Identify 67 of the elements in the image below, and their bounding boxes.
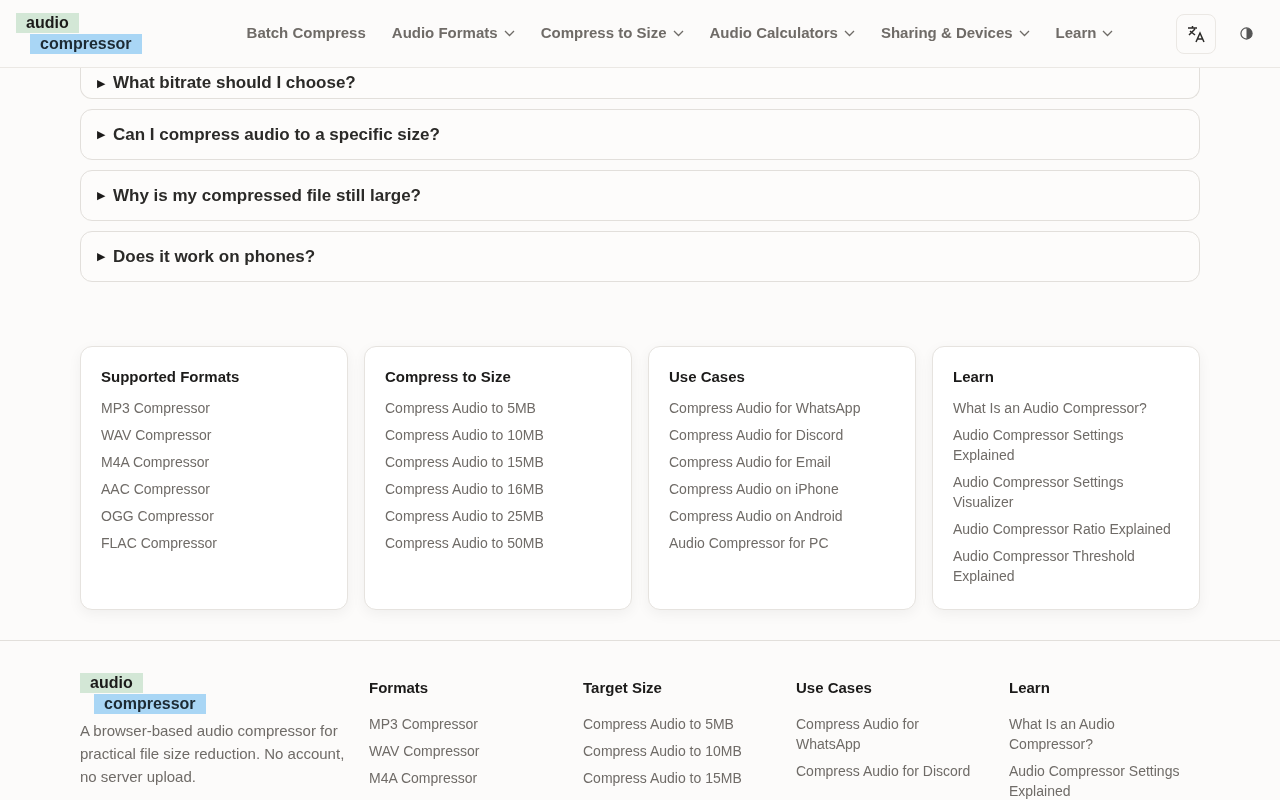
expand-marker: ▶: [97, 127, 105, 143]
footer-link[interactable]: Compress Audio to 5MB: [583, 713, 764, 734]
card-link[interactable]: MP3 Compressor: [101, 397, 327, 418]
card-link[interactable]: Compress Audio to 25MB: [385, 505, 611, 526]
card-link[interactable]: Compress Audio for Discord: [669, 424, 895, 445]
logo-word[interactable]: compressor: [30, 34, 142, 54]
footer-link[interactable]: MP3 Compressor: [369, 713, 551, 734]
faq-item[interactable]: ▶ What bitrate should I choose?: [80, 68, 1200, 99]
card-link[interactable]: Compress Audio to 5MB: [385, 397, 611, 418]
expand-marker: ▶: [97, 75, 105, 91]
nav-link[interactable]: Sharing & Devices: [880, 22, 1030, 45]
nav-link[interactable]: Batch Compress: [246, 22, 366, 45]
card-title: Compress to Size: [385, 367, 512, 387]
card-link[interactable]: Audio Compressor Settings Visualizer: [953, 471, 1179, 512]
footer-heading: Target Size: [583, 678, 663, 698]
logo-word[interactable]: audio: [16, 13, 79, 33]
card-link[interactable]: OGG Compressor: [101, 505, 327, 526]
nav-link[interactable]: Audio Formats: [391, 22, 515, 45]
logo-word[interactable]: audio: [80, 673, 143, 693]
footer-link[interactable]: Audio Compressor Settings Explained: [1009, 760, 1200, 800]
translate-icon: [1186, 23, 1206, 44]
card-link[interactable]: FLAC Compressor: [101, 532, 327, 553]
card-link[interactable]: Compress Audio to 50MB: [385, 532, 611, 553]
footer-link[interactable]: Compress Audio for Discord: [796, 760, 977, 781]
card-link[interactable]: Compress Audio for Email: [669, 451, 895, 472]
card-title: Use Cases: [669, 367, 746, 387]
expand-marker: ▶: [97, 188, 105, 204]
faq-item[interactable]: ▶ Does it work on phones?: [80, 231, 1200, 282]
card-link[interactable]: Compress Audio on Android: [669, 505, 895, 526]
footer-heading: Formats: [369, 678, 430, 698]
footer-heading: Learn: [1009, 678, 1051, 698]
footer-link[interactable]: Compress Audio for WhatsApp: [796, 713, 977, 754]
faq-question: What bitrate should I choose?: [113, 72, 356, 95]
footer-heading: Use Cases: [796, 678, 873, 698]
card-title: Supported Formats: [101, 367, 241, 387]
card-link[interactable]: Compress Audio to 16MB: [385, 478, 611, 499]
footer-link[interactable]: Compress Audio to 15MB: [583, 767, 764, 788]
footer-link[interactable]: What Is an Audio Compressor?: [1009, 713, 1200, 754]
faq-question: Can I compress audio to a specific size?: [113, 123, 440, 146]
card-link[interactable]: Audio Compressor for PC: [669, 532, 895, 553]
expand-marker: ▶: [97, 249, 105, 265]
card-title: Learn: [953, 367, 995, 387]
card-link[interactable]: Compress Audio on iPhone: [669, 478, 895, 499]
faq-item[interactable]: ▶ Why is my compressed file still large?: [80, 170, 1200, 221]
card-link[interactable]: Compress Audio to 15MB: [385, 451, 611, 472]
nav-link[interactable]: Learn: [1055, 22, 1114, 45]
faq-question: Does it work on phones?: [113, 245, 316, 268]
footer-link[interactable]: WAV Compressor: [369, 740, 551, 761]
footer-link[interactable]: Compress Audio to 10MB: [583, 740, 764, 761]
nav-link[interactable]: Compress to Size: [540, 22, 684, 45]
faq-item[interactable]: ▶ Can I compress audio to a specific size?: [80, 109, 1200, 160]
card-link[interactable]: M4A Compressor: [101, 451, 327, 472]
footer-description: A browser-based audio compressor for practical file size reduction. No account, no server upload.: [80, 721, 346, 787]
logo-word[interactable]: compressor: [94, 694, 206, 714]
language-button[interactable]: [1176, 13, 1216, 54]
card-link[interactable]: Compress Audio to 10MB: [385, 424, 611, 445]
card-link[interactable]: WAV Compressor: [101, 424, 327, 445]
nav-link[interactable]: Audio Calculators: [709, 22, 855, 45]
card-link[interactable]: What Is an Audio Compressor?: [953, 397, 1179, 418]
faq-question: Why is my compressed file still large?: [113, 184, 421, 207]
card-link[interactable]: AAC Compressor: [101, 478, 327, 499]
card-link[interactable]: Audio Compressor Ratio Explained: [953, 518, 1179, 539]
footer-link[interactable]: M4A Compressor: [369, 767, 551, 788]
card-link[interactable]: Audio Compressor Settings Explained: [953, 424, 1179, 465]
contrast-icon: [1239, 27, 1253, 40]
card-link[interactable]: Compress Audio for WhatsApp: [669, 397, 895, 418]
card-link[interactable]: Audio Compressor Threshold Explained: [953, 545, 1179, 586]
